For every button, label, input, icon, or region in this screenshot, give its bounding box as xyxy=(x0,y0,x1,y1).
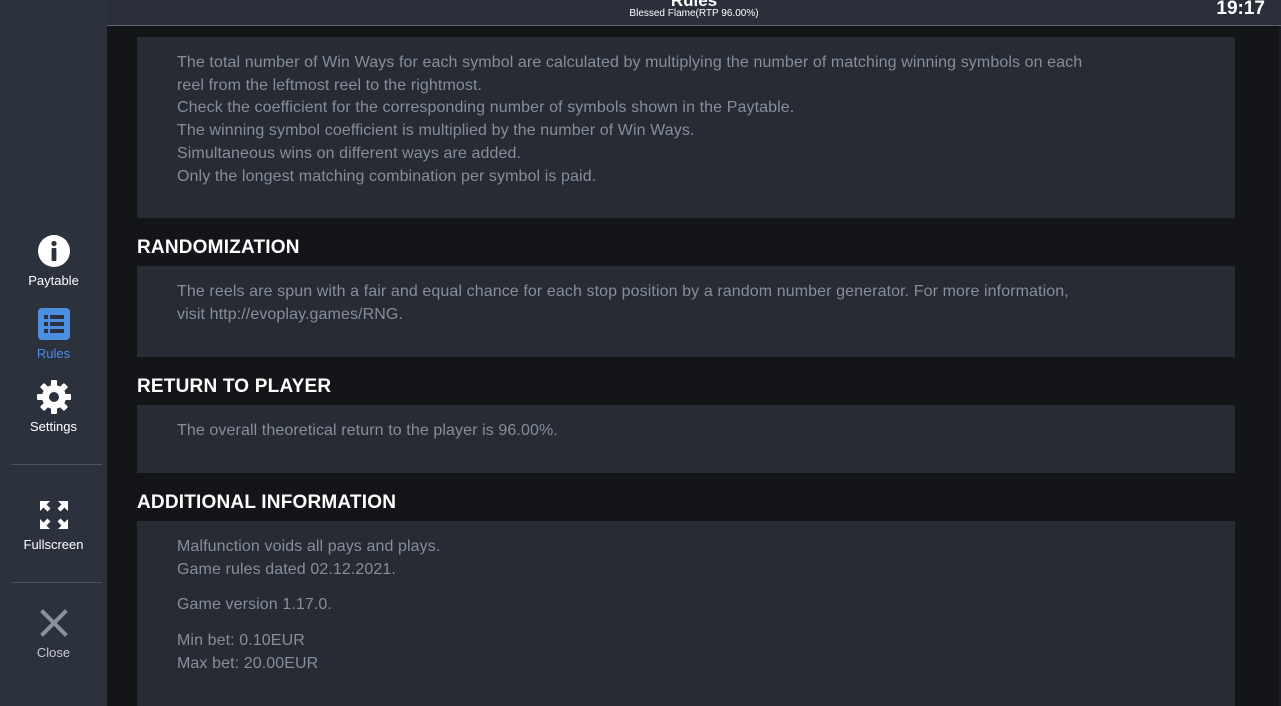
sidebar-divider xyxy=(11,464,102,465)
sidebar-item-label: Rules xyxy=(36,346,71,361)
rule-text: Game rules dated 02.12.2021. xyxy=(177,560,396,578)
sidebar-item-rules[interactable]: Rules xyxy=(0,306,107,361)
sidebar: Paytable Rules Settings Fullscreen Close xyxy=(0,0,107,706)
sidebar-item-label: Close xyxy=(36,645,71,660)
fullscreen-icon xyxy=(39,501,68,529)
rule-text: Game version 1.17.0. xyxy=(177,596,332,614)
clock: 19:17 xyxy=(1216,0,1265,19)
sidebar-item-settings[interactable]: Settings xyxy=(0,379,107,434)
list-icon xyxy=(37,308,70,340)
sidebar-item-close[interactable]: Close xyxy=(0,605,107,660)
header-bar: Rules Blessed Flame(RTP 96.00%) 19:17 xyxy=(107,0,1281,26)
sidebar-item-label: Fullscreen xyxy=(23,537,84,552)
section-title-rtp: RETURN TO PLAYER xyxy=(137,376,332,397)
rule-text: The winning symbol coefficient is multip… xyxy=(177,122,695,140)
sidebar-item-paytable[interactable]: Paytable xyxy=(0,233,107,288)
rule-text: Simultaneous wins on different ways are … xyxy=(177,144,522,162)
rule-text: The total number of Win Ways for each sy… xyxy=(177,54,1083,71)
win-ways-panel: The total number of Win Ways for each sy… xyxy=(137,37,1235,218)
rules-content[interactable]: The total number of Win Ways for each sy… xyxy=(107,26,1279,706)
gear-icon xyxy=(36,380,71,414)
rtp-panel: The overall theoretical return to the pl… xyxy=(137,405,1235,473)
rule-text: Check the coefficient for the correspond… xyxy=(177,99,795,117)
game-subtitle: Blessed Flame(RTP 96.00%) xyxy=(629,8,759,19)
rule-text: The reels are spun with a fair and equal… xyxy=(177,283,1069,300)
rule-text: Only the longest matching combination pe… xyxy=(177,167,597,185)
rule-text: Malfunction voids all pays and plays. xyxy=(177,538,441,555)
rule-text: reel from the leftmost reel to the right… xyxy=(177,76,483,94)
section-title-additional: ADDITIONAL INFORMATION xyxy=(137,492,397,513)
section-title-randomization: RANDOMIZATION xyxy=(137,237,300,258)
rule-text: The overall theoretical return to the pl… xyxy=(177,422,558,439)
sidebar-item-label: Settings xyxy=(30,419,77,434)
rule-text: Max bet: 20.00EUR xyxy=(177,654,319,672)
close-icon xyxy=(39,609,68,637)
additional-panel: Malfunction voids all pays and plays. Ga… xyxy=(137,521,1235,706)
sidebar-item-fullscreen[interactable]: Fullscreen xyxy=(0,497,107,552)
rule-text: visit http://evoplay.games/RNG. xyxy=(177,305,403,323)
rule-text: Min bet: 0.10EUR xyxy=(177,632,305,650)
sidebar-item-label: Paytable xyxy=(28,273,79,288)
rules-screen: Paytable Rules Settings Fullscreen Close… xyxy=(0,0,1281,706)
sidebar-divider xyxy=(11,582,102,583)
randomization-panel: The reels are spun with a fair and equal… xyxy=(137,266,1235,357)
info-icon xyxy=(37,235,70,267)
